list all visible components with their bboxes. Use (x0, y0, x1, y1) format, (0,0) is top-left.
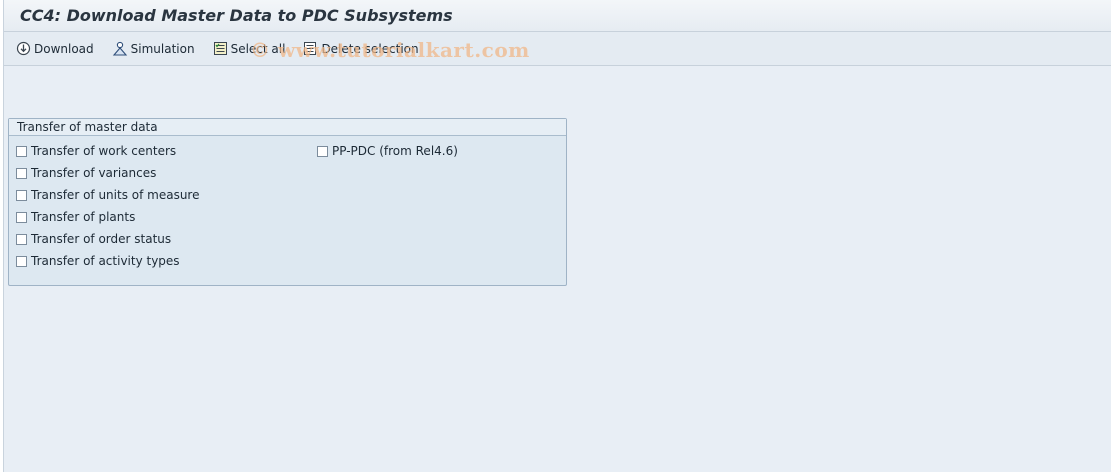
download-button[interactable]: Download (16, 38, 94, 60)
option-label: Transfer of units of measure (31, 188, 200, 202)
select-all-icon (213, 42, 227, 55)
option-label: Transfer of order status (31, 232, 172, 246)
checkbox[interactable] (317, 145, 328, 157)
download-icon (16, 41, 31, 56)
checkbox[interactable] (16, 145, 27, 157)
option-label: Transfer of activity types (31, 254, 180, 268)
select-all-button[interactable]: Select all (213, 38, 286, 60)
option-units-of-measure[interactable]: Transfer of units of measure (16, 186, 199, 204)
checkbox[interactable] (16, 167, 27, 179)
application-toolbar: Download Simulation Select all Delete se… (4, 32, 1111, 66)
delete-selection-button[interactable]: Delete selection (303, 38, 419, 60)
option-plants[interactable]: Transfer of plants (16, 208, 135, 226)
download-label: Download (34, 41, 94, 56)
checkbox[interactable] (16, 233, 27, 245)
option-activity-types[interactable]: Transfer of activity types (16, 252, 180, 270)
option-variances[interactable]: Transfer of variances (16, 164, 156, 182)
group-title: Transfer of master data (9, 119, 566, 136)
delete-selection-label: Delete selection (321, 41, 419, 56)
sap-window: CC4: Download Master Data to PDC Subsyst… (3, 0, 1111, 472)
title-bar: CC4: Download Master Data to PDC Subsyst… (4, 0, 1111, 32)
delete-selection-icon (304, 42, 317, 55)
simulation-button[interactable]: Simulation (112, 38, 195, 60)
option-work-centers[interactable]: Transfer of work centers (16, 142, 176, 160)
checkbox[interactable] (16, 189, 27, 201)
transfer-master-data-group: Transfer of master data Transfer of work… (8, 118, 567, 286)
option-pp-pdc[interactable]: PP-PDC (from Rel4.6) (317, 142, 458, 160)
select-all-label: Select all (230, 41, 286, 56)
option-label: PP-PDC (from Rel4.6) (332, 144, 458, 158)
simulation-icon (112, 41, 127, 56)
page-title: CC4: Download Master Data to PDC Subsyst… (20, 6, 453, 25)
option-label: Transfer of plants (31, 210, 136, 224)
option-label: Transfer of work centers (31, 144, 177, 158)
option-label: Transfer of variances (31, 166, 157, 180)
checkbox[interactable] (16, 211, 27, 223)
simulation-label: Simulation (130, 41, 195, 56)
checkbox[interactable] (16, 255, 27, 267)
option-order-status[interactable]: Transfer of order status (16, 230, 171, 248)
